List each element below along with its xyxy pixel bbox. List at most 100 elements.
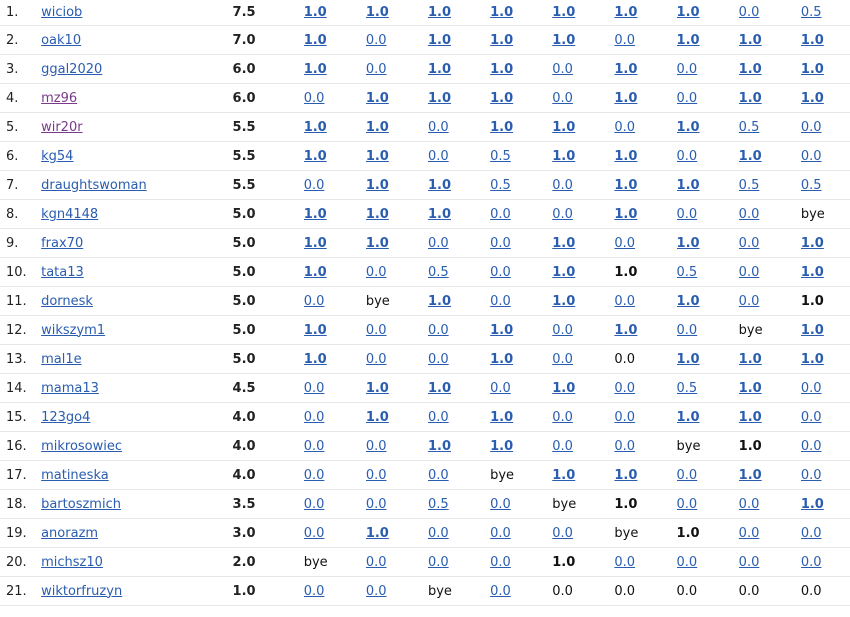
game-result-link[interactable]: 0.0 <box>677 468 698 483</box>
player-link[interactable]: matineska <box>41 468 109 483</box>
game-result-link[interactable]: 0.0 <box>552 526 573 541</box>
game-result-link[interactable]: 0.0 <box>552 178 573 193</box>
player-link[interactable]: dornesk <box>41 294 93 309</box>
game-result-link[interactable]: 0.0 <box>428 323 449 338</box>
game-result-link[interactable]: 0.0 <box>490 236 511 251</box>
game-result-link[interactable]: 1.0 <box>552 5 575 20</box>
game-result-link[interactable]: 1.0 <box>304 323 327 338</box>
game-result-link[interactable]: 1.0 <box>614 62 637 77</box>
game-result-link[interactable]: 1.0 <box>614 91 637 106</box>
game-result-link[interactable]: 0.0 <box>304 584 325 599</box>
game-result-link[interactable]: 1.0 <box>552 120 575 135</box>
game-result-link[interactable]: 1.0 <box>490 62 513 77</box>
game-result-link[interactable]: 1.0 <box>366 91 389 106</box>
game-result-link[interactable]: 0.0 <box>801 381 822 396</box>
game-result-link[interactable]: 0.0 <box>366 265 387 280</box>
game-result-link[interactable]: 0.0 <box>304 526 325 541</box>
game-result-link[interactable]: 1.0 <box>739 352 762 367</box>
player-link[interactable]: wiktorfruzyn <box>41 584 122 599</box>
game-result-link[interactable]: 0.0 <box>428 526 449 541</box>
game-result-link[interactable]: 0.0 <box>677 323 698 338</box>
game-result-link[interactable]: 0.0 <box>614 410 635 425</box>
game-result-link[interactable]: 0.0 <box>677 497 698 512</box>
game-result-link[interactable]: 0.0 <box>490 497 511 512</box>
game-result-link[interactable]: 0.0 <box>739 555 760 570</box>
game-result-link[interactable]: 1.0 <box>677 33 700 48</box>
game-result-link[interactable]: 1.0 <box>552 294 575 309</box>
game-result-link[interactable]: 0.0 <box>490 294 511 309</box>
game-result-link[interactable]: 0.0 <box>801 149 822 164</box>
game-result-link[interactable]: 0.0 <box>366 33 387 48</box>
game-result-link[interactable]: 1.0 <box>304 352 327 367</box>
game-result-link[interactable]: 0.0 <box>739 265 760 280</box>
game-result-link[interactable]: 1.0 <box>490 91 513 106</box>
game-result-link[interactable]: 1.0 <box>614 178 637 193</box>
game-result-link[interactable]: 0.0 <box>739 526 760 541</box>
player-link[interactable]: draughtswoman <box>41 178 147 193</box>
game-result-link[interactable]: 0.0 <box>366 352 387 367</box>
game-result-link[interactable]: 1.0 <box>801 265 824 280</box>
game-result-link[interactable]: 0.0 <box>677 555 698 570</box>
game-result-link[interactable]: 1.0 <box>366 149 389 164</box>
player-link[interactable]: mz96 <box>41 91 77 106</box>
player-link[interactable]: bartoszmich <box>41 497 121 512</box>
game-result-link[interactable]: 1.0 <box>801 352 824 367</box>
game-result-link[interactable]: 1.0 <box>428 91 451 106</box>
game-result-link[interactable]: 1.0 <box>552 236 575 251</box>
game-result-link[interactable]: 1.0 <box>304 62 327 77</box>
game-result-link[interactable]: 1.0 <box>428 294 451 309</box>
game-result-link[interactable]: 1.0 <box>428 5 451 20</box>
game-result-link[interactable]: 0.0 <box>739 294 760 309</box>
player-link[interactable]: oak10 <box>41 33 81 48</box>
player-link[interactable]: wir20r <box>41 120 82 135</box>
game-result-link[interactable]: 0.0 <box>366 497 387 512</box>
game-result-link[interactable]: 1.0 <box>304 236 327 251</box>
game-result-link[interactable]: 1.0 <box>428 207 451 222</box>
game-result-link[interactable]: 1.0 <box>428 381 451 396</box>
player-link[interactable]: wikszym1 <box>41 323 105 338</box>
game-result-link[interactable]: 1.0 <box>677 178 700 193</box>
game-result-link[interactable]: 0.0 <box>304 439 325 454</box>
player-link[interactable]: 123go4 <box>41 410 90 425</box>
game-result-link[interactable]: 1.0 <box>677 236 700 251</box>
game-result-link[interactable]: 1.0 <box>739 91 762 106</box>
game-result-link[interactable]: 1.0 <box>304 33 327 48</box>
game-result-link[interactable]: 0.0 <box>677 91 698 106</box>
game-result-link[interactable]: 1.0 <box>366 236 389 251</box>
game-result-link[interactable]: 0.0 <box>739 497 760 512</box>
game-result-link[interactable]: 1.0 <box>304 265 327 280</box>
game-result-link[interactable]: 1.0 <box>490 352 513 367</box>
game-result-link[interactable]: 1.0 <box>552 33 575 48</box>
game-result-link[interactable]: 1.0 <box>304 149 327 164</box>
game-result-link[interactable]: 0.0 <box>490 265 511 280</box>
game-result-link[interactable]: 1.0 <box>552 468 575 483</box>
game-result-link[interactable]: 1.0 <box>366 207 389 222</box>
game-result-link[interactable]: 1.0 <box>801 497 824 512</box>
game-result-link[interactable]: 0.5 <box>801 5 822 20</box>
game-result-link[interactable]: 0.5 <box>490 149 511 164</box>
game-result-link[interactable]: 1.0 <box>428 62 451 77</box>
game-result-link[interactable]: 0.5 <box>490 178 511 193</box>
game-result-link[interactable]: 1.0 <box>739 33 762 48</box>
game-result-link[interactable]: 1.0 <box>304 5 327 20</box>
game-result-link[interactable]: 0.0 <box>801 410 822 425</box>
game-result-link[interactable]: 1.0 <box>677 120 700 135</box>
game-result-link[interactable]: 1.0 <box>801 91 824 106</box>
game-result-link[interactable]: 1.0 <box>366 5 389 20</box>
game-result-link[interactable]: 1.0 <box>304 120 327 135</box>
game-result-link[interactable]: 0.0 <box>366 439 387 454</box>
game-result-link[interactable]: 1.0 <box>428 178 451 193</box>
game-result-link[interactable]: 1.0 <box>739 149 762 164</box>
game-result-link[interactable]: 0.0 <box>428 149 449 164</box>
player-link[interactable]: tata13 <box>41 265 84 280</box>
game-result-link[interactable]: 1.0 <box>490 5 513 20</box>
game-result-link[interactable]: 0.0 <box>614 120 635 135</box>
game-result-link[interactable]: 0.0 <box>801 439 822 454</box>
game-result-link[interactable]: 1.0 <box>366 410 389 425</box>
game-result-link[interactable]: 1.0 <box>739 410 762 425</box>
game-result-link[interactable]: 0.0 <box>677 207 698 222</box>
game-result-link[interactable]: 0.0 <box>552 62 573 77</box>
game-result-link[interactable]: 0.0 <box>428 555 449 570</box>
game-result-link[interactable]: 0.0 <box>304 497 325 512</box>
game-result-link[interactable]: 0.0 <box>428 352 449 367</box>
